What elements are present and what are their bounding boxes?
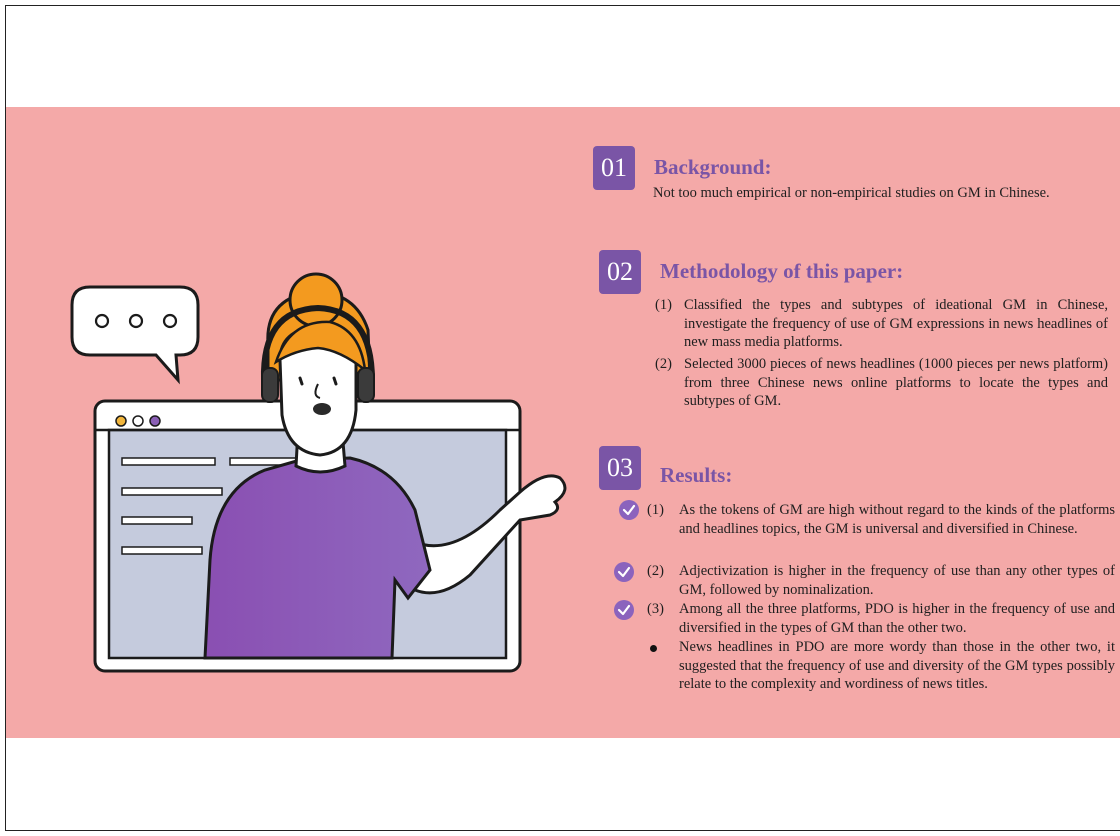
section-heading: Background:	[654, 155, 772, 179]
ellipsis-speech-bubble-icon	[70, 285, 200, 385]
check-icon	[619, 500, 639, 520]
list-item: Adjectivization is higher in the frequen…	[679, 563, 1115, 598]
list-item: Among all the three platforms, PDO is hi…	[679, 601, 1115, 636]
section-number-badge: 03	[599, 446, 641, 490]
section-heading: Results:	[660, 463, 733, 487]
section-heading: Methodology of this paper:	[660, 259, 904, 283]
list-item: Classified the types and subtypes of ide…	[684, 297, 1108, 350]
list-number: (2)	[655, 356, 672, 372]
list-number: (1)	[655, 297, 672, 313]
section-body: Not too much empirical or non-empirical …	[653, 185, 1050, 201]
bullet-item: News headlines in PDO are more wordy tha…	[679, 639, 1115, 692]
list-number: (2)	[647, 563, 664, 579]
list-item: Selected 3000 pieces of news headlines (…	[684, 356, 1108, 409]
support-agent-illustration	[70, 272, 567, 673]
list-number: (3)	[647, 601, 664, 617]
section-number-badge: 02	[599, 250, 641, 294]
section-number-badge: 01	[593, 146, 635, 190]
check-icon	[614, 562, 634, 582]
list-item: As the tokens of GM are high without reg…	[679, 502, 1115, 537]
check-icon	[614, 600, 634, 620]
list-number: (1)	[647, 502, 664, 518]
bullet-dot-icon	[650, 645, 657, 652]
